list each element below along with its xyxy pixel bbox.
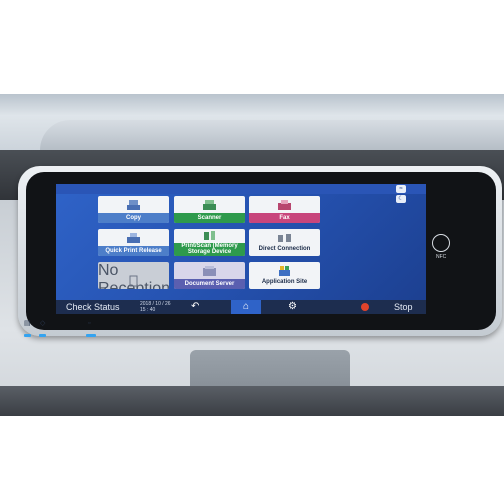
copy-icon (127, 200, 140, 210)
wifi-icon[interactable]: ≈ (396, 185, 406, 193)
scanner-label: Scanner (174, 213, 245, 223)
scanner-icon (203, 200, 216, 210)
moon-icon[interactable]: ☾ (396, 195, 406, 203)
background (0, 416, 504, 504)
no-reception-file-tile[interactable]: No Reception File (98, 262, 169, 289)
scanner-tile[interactable]: Scanner (174, 196, 245, 223)
application-site-icon (279, 266, 290, 276)
fax-label: Fax (249, 213, 320, 223)
stop-button[interactable]: Stop (394, 302, 413, 312)
status-bar: ≈ ☾ (56, 184, 426, 203)
power-led (39, 334, 46, 337)
quick-print-release-tile[interactable]: Quick Print Release (98, 229, 169, 256)
home-icon[interactable]: ⌂ (231, 300, 261, 314)
power-diamond-icon: ◇ (40, 320, 46, 327)
stop-icon[interactable] (361, 303, 369, 311)
data-in-icon: ▤ (24, 320, 31, 327)
power-button-icon[interactable]: ▫ (88, 320, 90, 328)
date-time: 2018 / 10 / 26 15 : 40 (140, 301, 171, 313)
document-icon (129, 275, 138, 287)
copy-tile[interactable]: Copy (98, 196, 169, 223)
direct-connection-label: Direct Connection (258, 246, 311, 252)
check-status-button[interactable]: Check Status (66, 302, 120, 312)
application-site-label: Application Site (261, 279, 308, 285)
print-scan-memory-tile[interactable]: Print/Scan (Memory Storage Device (174, 229, 245, 256)
fax-icon (278, 200, 291, 210)
main-power-led (86, 334, 96, 337)
memory-storage-icon (204, 231, 215, 240)
print-scan-memory-label: Print/Scan (Memory Storage Device (174, 243, 245, 256)
direct-connection-tile[interactable]: Direct Connection (249, 229, 320, 256)
nfc-reader-icon (432, 234, 450, 252)
printer-floor-shadow (0, 386, 504, 416)
touch-screen: ≈ ☾ Copy Scanner Fax Quick Print Release… (56, 184, 426, 314)
print-scan-memory-label-line2: Storage Device (187, 249, 232, 255)
quick-print-icon (127, 233, 140, 243)
copy-label: Copy (98, 213, 169, 223)
document-server-label: Document Server (174, 279, 245, 289)
gear-icon[interactable]: ⚙ (288, 301, 297, 313)
back-icon[interactable]: ↶ (191, 301, 199, 313)
fax-tile[interactable]: Fax (249, 196, 320, 223)
quick-print-release-label: Quick Print Release (98, 246, 169, 256)
time-text: 15 : 40 (140, 307, 156, 313)
bottom-nav-bar: Check Status 2018 / 10 / 26 15 : 40 ↶ ⌂ … (56, 300, 426, 314)
document-server-tile[interactable]: Document Server (174, 262, 245, 289)
direct-connection-icon (278, 234, 291, 242)
nfc-label: NFC (436, 254, 447, 260)
document-server-icon (203, 266, 216, 276)
application-site-tile[interactable]: Application Site (249, 262, 320, 289)
data-in-led (24, 334, 31, 337)
